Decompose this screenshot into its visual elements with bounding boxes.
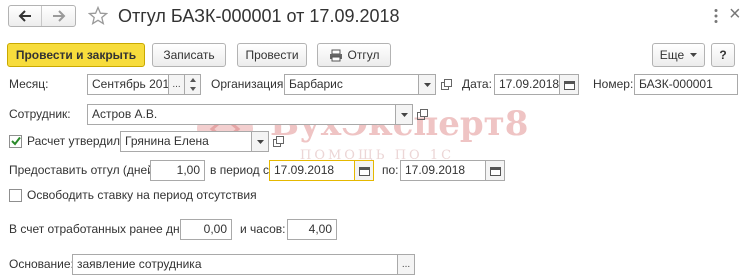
month-select-button[interactable]: ... — [168, 74, 185, 95]
kebab-icon[interactable] — [713, 8, 719, 24]
number-label: Номер: — [593, 77, 634, 91]
arrow-left-icon — [18, 10, 31, 22]
back-button[interactable] — [9, 6, 42, 26]
window-title: Отгул БАЗК-000001 от 17.09.2018 — [118, 6, 400, 26]
period-from-calendar-button[interactable] — [354, 160, 374, 181]
worked-days-field[interactable]: 0,00 — [180, 219, 232, 240]
more-button[interactable]: Еще — [652, 43, 705, 67]
chevron-down-icon — [690, 53, 698, 57]
organization-dropdown-button[interactable] — [418, 74, 436, 95]
approved-checkbox[interactable] — [9, 135, 22, 148]
approver-dropdown-button[interactable] — [251, 131, 269, 152]
hours-label: и часов: — [240, 222, 286, 236]
more-button-label: Еще — [659, 48, 685, 62]
date-label: Дата: — [462, 77, 492, 91]
organization-field[interactable]: Барбарис — [284, 74, 419, 95]
print-button[interactable]: Отгул — [317, 43, 391, 67]
basis-field[interactable]: заявление сотрудника — [72, 254, 398, 275]
organization-open-button[interactable] — [437, 74, 455, 95]
approver-field[interactable]: Грянина Елена — [120, 131, 252, 152]
release-rate-checkbox[interactable] — [9, 189, 22, 202]
calendar-icon — [489, 166, 501, 176]
help-button[interactable]: ? — [711, 43, 735, 67]
date-calendar-button[interactable] — [559, 74, 579, 95]
number-field[interactable]: БАЗК-000001 — [634, 74, 738, 95]
approved-label: Расчет утвердил — [27, 134, 121, 148]
post-button[interactable]: Провести — [237, 43, 307, 67]
period-to-field[interactable]: 17.09.2018 — [400, 160, 486, 181]
spin-up-icon[interactable] — [190, 78, 196, 82]
worked-days-label: В счет отработанных ранее дней: — [9, 222, 197, 236]
forward-button[interactable] — [42, 6, 75, 26]
month-spinner[interactable] — [184, 74, 201, 95]
approver-open-button[interactable] — [269, 131, 287, 152]
close-icon[interactable]: × — [729, 3, 741, 25]
month-label: Месяц: — [9, 77, 49, 91]
hours-field[interactable]: 4,00 — [287, 219, 337, 240]
month-field[interactable]: Сентябрь 2018 — [87, 74, 169, 95]
organization-label: Организация: — [211, 77, 287, 91]
save-button[interactable]: Записать — [152, 43, 226, 67]
post-and-close-button[interactable]: Провести и закрыть — [7, 43, 145, 67]
employee-field[interactable]: Астров А.В. — [87, 104, 396, 125]
period-from-label: в период с: — [210, 163, 273, 177]
days-field[interactable]: 1,00 — [150, 160, 205, 181]
open-form-icon — [416, 109, 428, 120]
dropdown-arrow-icon — [400, 112, 408, 117]
basis-select-button[interactable]: ... — [397, 254, 415, 275]
date-field[interactable]: 17.09.2018 — [494, 74, 560, 95]
period-to-calendar-button[interactable] — [485, 160, 505, 181]
period-from-field[interactable]: 17.09.2018 — [269, 160, 355, 181]
basis-label: Основание: — [9, 257, 74, 271]
calendar-icon — [358, 166, 370, 176]
nav-group — [8, 5, 76, 27]
dropdown-arrow-icon — [423, 82, 431, 87]
star-icon[interactable] — [88, 6, 108, 26]
employee-open-button[interactable] — [413, 104, 431, 125]
dropdown-arrow-icon — [256, 139, 264, 144]
open-form-icon — [440, 79, 452, 90]
employee-label: Сотрудник: — [9, 107, 71, 121]
print-button-label: Отгул — [347, 48, 380, 62]
arrow-right-icon — [52, 10, 65, 22]
open-form-icon — [272, 136, 284, 147]
spin-down-icon[interactable] — [190, 87, 196, 91]
period-to-label: по: — [382, 163, 399, 177]
checkmark-icon — [11, 136, 21, 146]
printer-icon — [329, 49, 342, 61]
calendar-icon — [563, 80, 575, 90]
release-rate-label: Освободить ставку на период отсутствия — [27, 188, 257, 202]
days-label: Предоставить отгул (дней): — [9, 163, 162, 177]
employee-dropdown-button[interactable] — [395, 104, 413, 125]
